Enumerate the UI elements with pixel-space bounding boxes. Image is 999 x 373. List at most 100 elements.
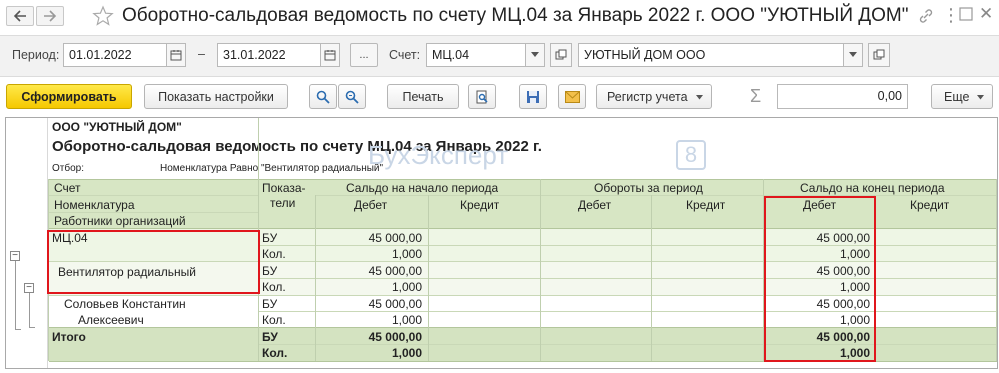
email-button[interactable]	[558, 84, 586, 109]
total-indicator-bu: БУ	[262, 330, 278, 344]
link-icon[interactable]	[918, 8, 934, 27]
col-nomenclature: Номенклатура	[54, 198, 135, 212]
open-icon	[555, 49, 567, 60]
show-settings-button[interactable]: Показать настройки	[144, 84, 288, 109]
print-button[interactable]: Печать	[387, 84, 459, 109]
period-label: Период:	[12, 48, 60, 62]
calendar-icon	[324, 50, 336, 61]
more-button-label: Еще	[944, 89, 970, 104]
total-closing-debit-qty[interactable]: 1,000	[764, 346, 870, 360]
search-next-button[interactable]	[338, 84, 366, 109]
collapse-toggle-account[interactable]: −	[10, 251, 20, 261]
more-button[interactable]: Еще	[931, 84, 993, 109]
search-next-icon	[345, 90, 359, 104]
filter-label: Отбор:	[52, 163, 84, 174]
opening-debit-cell[interactable]: 1,000	[316, 247, 422, 261]
closing-debit-cell[interactable]: 1,000	[764, 313, 870, 327]
arrow-right-icon	[44, 10, 57, 22]
col-closing-balance: Сальдо на конец периода	[800, 181, 945, 195]
calendar-icon	[170, 50, 182, 61]
register-button[interactable]: Регистр учета	[596, 84, 712, 109]
row-employee-name-2[interactable]: Алексеевич	[78, 313, 144, 327]
col-closing-debit: Дебет	[803, 198, 837, 212]
close-icon[interactable]: ✕	[979, 4, 993, 24]
total-label: Итого	[52, 330, 86, 344]
filter-value: Номенклатура Равно "Вентилятор радиальны…	[160, 163, 384, 174]
envelope-icon	[564, 90, 580, 103]
date-to-input[interactable]: 31.01.2022	[217, 43, 321, 67]
chevron-down-icon	[977, 95, 984, 100]
opening-debit-cell[interactable]: 1,000	[316, 313, 422, 327]
calendar-to-button[interactable]	[320, 43, 340, 67]
account-label: Счет:	[389, 48, 421, 62]
total-closing-debit-bu[interactable]: 45 000,00	[764, 330, 870, 344]
chevron-down-icon	[849, 52, 857, 57]
save-icon	[527, 90, 539, 103]
account-open-button[interactable]	[550, 43, 572, 67]
collapse-toggle-item[interactable]: −	[24, 283, 34, 293]
report-heading: Оборотно-сальдовая ведомость по счету МЦ…	[52, 138, 542, 155]
organization-input[interactable]: УЮТНЫЙ ДОМ ООО	[578, 43, 844, 67]
row-indicator: БУ	[262, 231, 278, 245]
closing-debit-cell[interactable]: 1,000	[764, 247, 870, 261]
closing-debit-cell[interactable]: 1,000	[764, 280, 870, 294]
print-preview-button[interactable]	[468, 84, 496, 109]
opening-debit-cell[interactable]: 45 000,00	[316, 231, 422, 245]
row-account-name[interactable]: МЦ.04	[52, 231, 88, 245]
open-icon	[873, 49, 885, 60]
calendar-from-button[interactable]	[166, 43, 186, 67]
total-opening-debit-bu[interactable]: 45 000,00	[316, 330, 422, 344]
sum-field[interactable]: 0,00	[777, 84, 908, 109]
period-dash: –	[198, 47, 205, 61]
forward-button[interactable]	[36, 6, 64, 26]
opening-debit-cell[interactable]: 1,000	[316, 280, 422, 294]
sigma-icon: Σ	[750, 86, 762, 106]
account-input[interactable]: МЦ.04	[426, 43, 526, 67]
row-indicator: Кол.	[262, 313, 286, 327]
row-indicator: БУ	[262, 297, 278, 311]
total-opening-debit-qty[interactable]: 1,000	[316, 346, 422, 360]
col-indicators-2: тели	[270, 196, 296, 210]
maximize-icon[interactable]	[958, 6, 974, 25]
organization-open-button[interactable]	[868, 43, 890, 67]
row-indicator: Кол.	[262, 280, 286, 294]
print-preview-icon	[476, 90, 488, 103]
col-turnover: Обороты за период	[594, 181, 703, 195]
grouping-gutter	[6, 118, 48, 368]
account-dropdown-button[interactable]	[525, 43, 545, 67]
row-item-name[interactable]: Вентилятор радиальный	[58, 265, 196, 279]
total-indicator-qty: Кол.	[262, 346, 288, 360]
back-button[interactable]	[6, 6, 34, 26]
row-indicator: Кол.	[262, 247, 286, 261]
col-opening-balance: Сальдо на начало периода	[346, 181, 499, 195]
search-icon	[316, 90, 330, 104]
col-employees: Работники организаций	[54, 214, 186, 228]
window-title: Оборотно-сальдовая ведомость по счету МЦ…	[122, 5, 909, 26]
opening-debit-cell[interactable]: 45 000,00	[316, 264, 422, 278]
organization-dropdown-button[interactable]	[843, 43, 863, 67]
col-opening-credit: Кредит	[460, 198, 500, 212]
closing-debit-cell[interactable]: 45 000,00	[764, 264, 870, 278]
save-button[interactable]	[519, 84, 547, 109]
closing-debit-cell[interactable]: 45 000,00	[764, 297, 870, 311]
date-from-input[interactable]: 01.01.2022	[63, 43, 167, 67]
col-account: Счет	[54, 181, 81, 195]
arrow-left-icon	[13, 10, 26, 22]
row-indicator: БУ	[262, 264, 278, 278]
register-button-label: Регистр учета	[607, 89, 688, 104]
col-opening-debit: Дебет	[354, 198, 388, 212]
period-select-button[interactable]: ...	[350, 43, 378, 67]
col-closing-credit: Кредит	[910, 198, 950, 212]
col-indicators-1: Показа-	[262, 181, 306, 195]
row-employee-name-1[interactable]: Соловьев Константин	[64, 297, 186, 311]
chevron-down-icon	[696, 95, 703, 100]
col-turnover-debit: Дебет	[578, 198, 612, 212]
col-turnover-credit: Кредит	[686, 198, 726, 212]
chevron-down-icon	[531, 52, 539, 57]
report-org-name: ООО "УЮТНЫЙ ДОМ"	[52, 120, 182, 134]
generate-button[interactable]: Сформировать	[6, 84, 132, 109]
favorite-star-icon[interactable]	[92, 5, 114, 30]
closing-debit-cell[interactable]: 45 000,00	[764, 231, 870, 245]
search-button[interactable]	[309, 84, 337, 109]
opening-debit-cell[interactable]: 45 000,00	[316, 297, 422, 311]
